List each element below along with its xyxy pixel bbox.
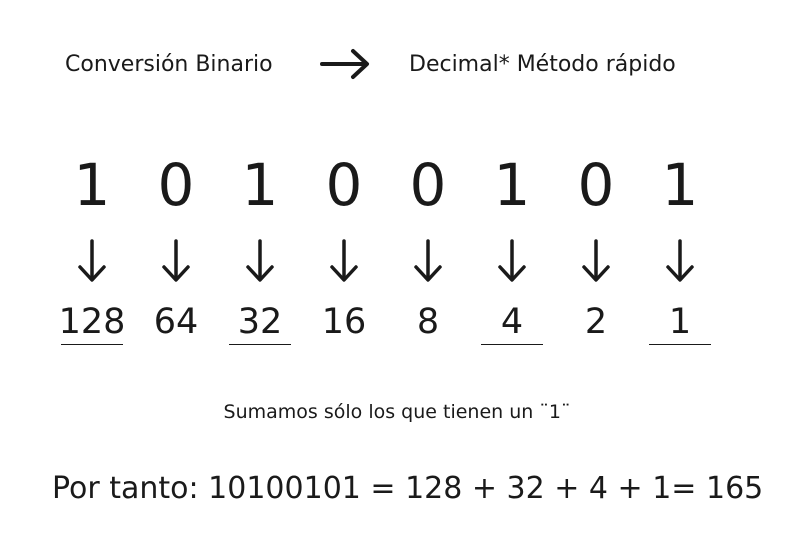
binary-digit: 1 bbox=[73, 151, 111, 219]
down-arrow-icon bbox=[666, 239, 694, 282]
down-arrow-icon bbox=[162, 239, 190, 282]
header-left-text: Conversión Binario bbox=[65, 52, 273, 77]
down-arrow-icon bbox=[78, 239, 106, 282]
binary-digit: 0 bbox=[325, 151, 363, 219]
place-value: 1 bbox=[668, 302, 692, 342]
selected-underline bbox=[61, 344, 123, 345]
right-arrow-icon bbox=[320, 49, 369, 79]
place-value: 16 bbox=[321, 302, 367, 342]
place-value: 64 bbox=[153, 302, 199, 342]
instruction-note: Sumamos sólo los que tienen un ¨1¨ bbox=[223, 401, 571, 423]
down-arrow-icon bbox=[414, 239, 442, 282]
selected-underline bbox=[481, 344, 543, 345]
binary-digit: 1 bbox=[661, 151, 699, 219]
selected-underline bbox=[229, 344, 291, 345]
binary-digit: 0 bbox=[577, 151, 615, 219]
down-arrow-icon bbox=[330, 239, 358, 282]
header-right-text: Decimal* Método rápido bbox=[409, 52, 676, 77]
result-equation: Por tanto: 10100101 = 128 + 32 + 4 + 1= … bbox=[52, 471, 764, 506]
binary-digit: 1 bbox=[493, 151, 531, 219]
down-arrow-icon bbox=[582, 239, 610, 282]
down-arrow-icon bbox=[246, 239, 274, 282]
selected-underline bbox=[649, 344, 711, 345]
place-value: 32 bbox=[237, 302, 283, 342]
binary-digit: 0 bbox=[157, 151, 195, 219]
binary-digit: 1 bbox=[241, 151, 279, 219]
place-value: 4 bbox=[500, 302, 524, 342]
down-arrow-icon bbox=[498, 239, 526, 282]
place-value: 8 bbox=[416, 302, 440, 342]
place-value: 2 bbox=[584, 302, 608, 342]
binary-digit: 0 bbox=[409, 151, 447, 219]
place-value: 128 bbox=[58, 302, 126, 342]
